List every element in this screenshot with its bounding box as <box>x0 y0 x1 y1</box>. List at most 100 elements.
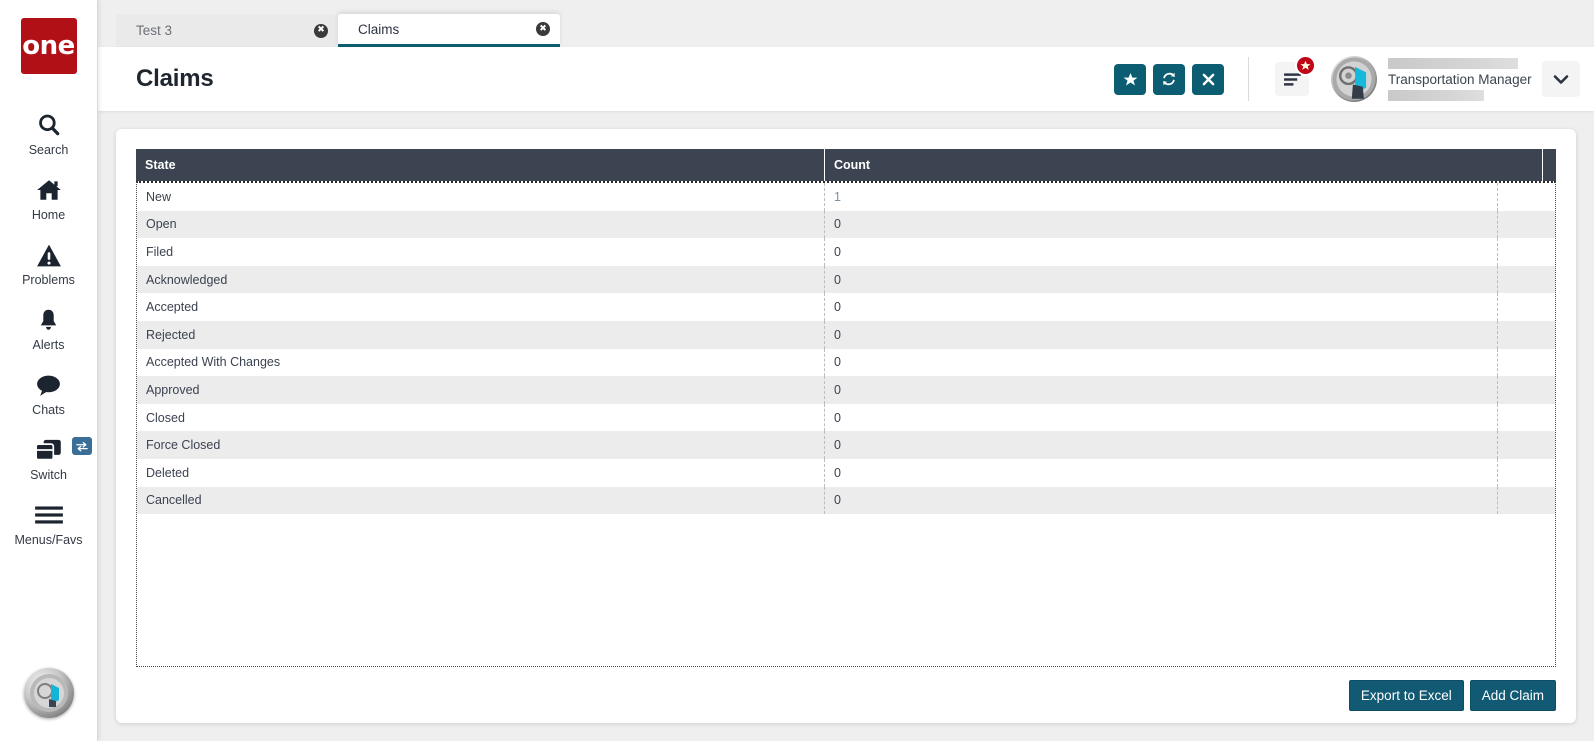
table-row[interactable]: Closed 0 <box>137 403 1555 432</box>
user-role: Transportation Manager <box>1388 71 1532 87</box>
cell-count: 0 <box>824 376 1497 404</box>
cell-count: 0 <box>824 320 1497 349</box>
user-zone[interactable]: Transportation Manager <box>1331 56 1532 102</box>
star-icon <box>1300 60 1311 70</box>
main-region: Test 3 ✖ Claims ✖ Claims Transportation … <box>98 0 1594 741</box>
cell-state: Filed <box>146 244 174 259</box>
header-divider <box>1248 57 1249 101</box>
cell-state: New <box>146 189 172 204</box>
favorites-badge <box>1295 55 1316 76</box>
tab-claims[interactable]: Claims ✖ <box>338 14 560 47</box>
swap-arrows-icon[interactable] <box>71 437 92 455</box>
cell-extra <box>1497 403 1555 432</box>
menu-button[interactable] <box>1275 55 1316 96</box>
table-row[interactable]: Rejected 0 <box>137 320 1555 349</box>
cell-state: Open <box>146 217 177 232</box>
cell-state: Rejected <box>146 327 196 342</box>
sidebar-item-alerts[interactable]: Alerts <box>0 305 98 352</box>
search-icon <box>36 110 62 140</box>
grid-header-row: State Count <box>136 149 1556 181</box>
one-logo[interactable]: one <box>20 18 77 74</box>
cell-state: Cancelled <box>146 493 202 508</box>
table-row[interactable]: Filed 0 <box>137 238 1555 266</box>
add-claim-button[interactable]: Add Claim <box>1469 680 1556 711</box>
card-footer: Export to Excel Add Claim <box>136 667 1556 711</box>
column-header-state[interactable]: State <box>136 149 824 181</box>
avatar[interactable] <box>1331 56 1377 102</box>
export-to-excel-button[interactable]: Export to Excel <box>1348 680 1464 711</box>
cell-count[interactable]: 1 <box>824 183 1497 211</box>
table-row[interactable]: Acknowledged 0 <box>137 265 1555 294</box>
column-header-extra[interactable] <box>1542 149 1556 181</box>
cell-extra <box>1497 376 1555 404</box>
cell-state: Accepted <box>146 300 199 315</box>
cell-extra <box>1497 293 1555 321</box>
logo-text: one <box>22 31 75 61</box>
x-icon <box>1202 73 1214 85</box>
sidebar-label-chats: Chats <box>32 403 65 417</box>
table-row[interactable]: Accepted With Changes 0 <box>137 348 1555 377</box>
cell-extra <box>1497 238 1555 266</box>
close-circle-icon[interactable]: ✖ <box>314 23 328 38</box>
cell-extra <box>1497 486 1555 515</box>
tab-label: Test 3 <box>136 23 173 38</box>
table-row[interactable]: Accepted 0 <box>137 293 1555 321</box>
cell-count: 0 <box>824 238 1497 266</box>
cell-extra <box>1497 431 1555 459</box>
grid-body: New 1 Open 0 Filed 0 Acknowledged 0 Accepted 0 Rej… <box>136 181 1556 667</box>
sidebar-label-menus-favs: Menus/Favs <box>14 533 83 547</box>
table-row[interactable]: Approved 0 <box>137 376 1555 404</box>
cell-extra <box>1497 183 1555 211</box>
favorite-button[interactable] <box>1114 63 1146 95</box>
cell-state: Accepted With Changes <box>146 355 281 370</box>
user-menu-toggle[interactable] <box>1542 61 1580 97</box>
cell-count: 0 <box>824 431 1497 459</box>
cell-extra <box>1497 210 1555 239</box>
cell-extra <box>1497 348 1555 377</box>
refresh-button[interactable] <box>1153 63 1185 95</box>
cell-count: 0 <box>824 293 1497 321</box>
column-header-count[interactable]: Count <box>824 149 1542 181</box>
warning-triangle-icon <box>36 240 62 270</box>
sidebar-item-problems[interactable]: Problems <box>0 240 98 287</box>
close-circle-icon[interactable]: ✖ <box>536 22 550 36</box>
chevron-down-icon <box>1553 74 1569 84</box>
cell-count: 0 <box>824 486 1497 515</box>
sidebar-item-search[interactable]: Search <box>0 110 98 157</box>
table-row[interactable]: Deleted 0 <box>137 458 1555 487</box>
chat-bubble-icon <box>35 370 62 400</box>
tab-strip: Test 3 ✖ Claims ✖ <box>98 0 1594 47</box>
cell-extra <box>1497 458 1555 487</box>
cell-state: Force Closed <box>146 438 221 453</box>
cell-count: 0 <box>824 458 1497 487</box>
claims-card: State Count New 1 Open 0 Filed 0 Acknowledged 0… <box>116 129 1576 723</box>
sidebar-item-home[interactable]: Home <box>0 175 98 222</box>
cell-state: Deleted <box>146 465 190 480</box>
cell-extra <box>1497 265 1555 294</box>
header-action-buttons <box>1114 63 1224 95</box>
left-sidebar: one Search Home Problems Alerts Chats Sw… <box>0 0 98 741</box>
sidebar-label-problems: Problems <box>22 273 75 287</box>
table-row[interactable]: Open 0 <box>137 210 1555 239</box>
sidebar-item-chats[interactable]: Chats <box>0 370 98 417</box>
tab-test-3[interactable]: Test 3 ✖ <box>116 14 338 47</box>
sidebar-item-menus-favs[interactable]: Menus/Favs <box>0 500 98 547</box>
table-row[interactable]: Cancelled 0 <box>137 486 1555 515</box>
cell-count: 0 <box>824 348 1497 377</box>
sidebar-item-switch[interactable]: Switch <box>0 435 98 482</box>
cell-count: 0 <box>824 403 1497 432</box>
sidebar-label-home: Home <box>31 208 66 222</box>
sidebar-label-search: Search <box>28 143 69 157</box>
sidebar-label-alerts: Alerts <box>32 338 65 352</box>
table-row[interactable]: Force Closed 0 <box>137 431 1555 459</box>
close-button[interactable] <box>1192 63 1224 95</box>
table-row[interactable]: New 1 <box>137 183 1555 211</box>
home-icon <box>35 175 63 205</box>
page-title: Claims <box>136 65 214 92</box>
cell-count: 0 <box>824 210 1497 239</box>
redacted-user-name <box>1388 57 1518 69</box>
sidebar-label-switch: Switch <box>30 468 67 482</box>
cell-state: Closed <box>146 410 185 425</box>
sidebar-user-avatar[interactable] <box>24 668 74 718</box>
page-header: Claims Transportation Manager <box>98 47 1594 111</box>
